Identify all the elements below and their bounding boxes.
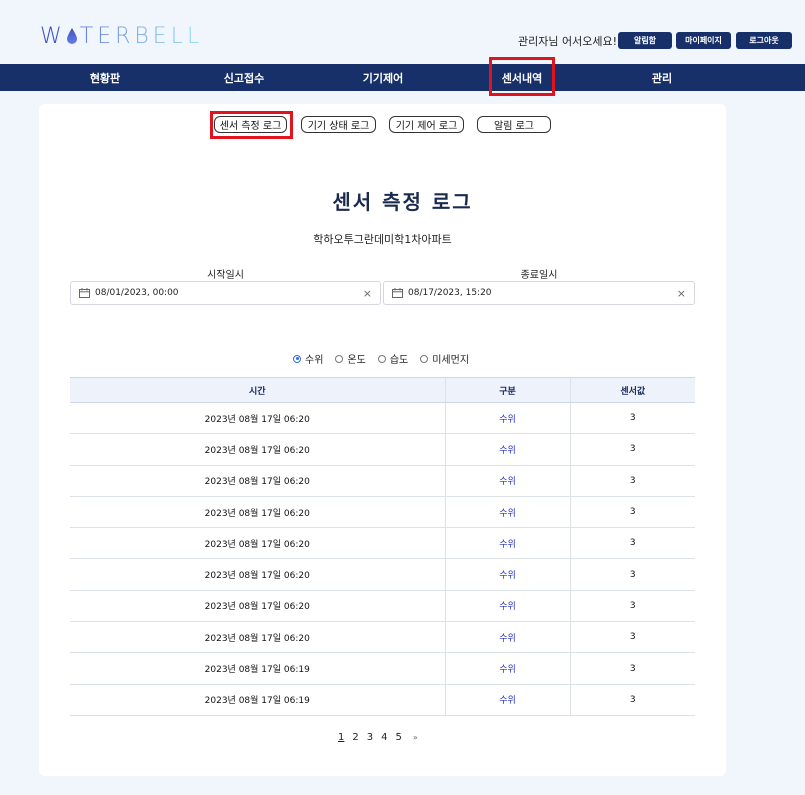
table-header-row: 시간 구분 센서값 xyxy=(70,377,695,403)
cell-category: 수위 xyxy=(444,527,570,560)
radio-temperature[interactable]: 온도 xyxy=(335,351,366,366)
cell-category: 수위 xyxy=(444,684,570,716)
table-row: 2023년 08월 17일 06:20 수위 3 xyxy=(70,496,695,529)
page-link-current[interactable]: 1 xyxy=(338,732,344,743)
column-header-category: 구분 xyxy=(444,377,570,403)
end-date-value: 08/17/2023, 15:20 xyxy=(408,288,492,298)
radio-fine-dust[interactable]: 미세먼지 xyxy=(420,351,469,366)
page-link[interactable]: 4 xyxy=(381,732,387,743)
cell-value: 3 xyxy=(569,465,695,497)
cell-category: 수위 xyxy=(444,402,570,435)
cell-time: 2023년 08월 17일 06:20 xyxy=(70,433,445,466)
radio-water-level[interactable]: 수위 xyxy=(293,351,323,366)
cell-time: 2023년 08월 17일 06:20 xyxy=(70,465,445,497)
tab-alert-log[interactable]: 알림 로그 xyxy=(477,116,551,133)
start-date-label: 시작일시 xyxy=(207,270,244,281)
logo-suffix: TERBELL xyxy=(79,24,204,49)
cell-value: 3 xyxy=(569,621,695,654)
page-subtitle: 학하오투그란데미학1차아파트 xyxy=(313,233,452,246)
pagination: 1 2 3 4 5 » xyxy=(338,732,426,743)
clear-end-date-icon[interactable]: × xyxy=(677,287,686,300)
tab-sensor-log[interactable]: 센서 측정 로그 xyxy=(214,116,287,133)
cell-category: 수위 xyxy=(444,590,570,623)
logout-button[interactable]: 로그아웃 xyxy=(736,32,792,49)
cell-time: 2023년 08월 17일 06:20 xyxy=(70,527,445,560)
water-drop-icon xyxy=(66,27,77,44)
cell-value: 3 xyxy=(569,590,695,623)
page-link[interactable]: 2 xyxy=(352,732,358,743)
cell-time: 2023년 08월 17일 06:20 xyxy=(70,621,445,654)
sensor-type-radio-group: 수위 온도 습도 미세먼지 xyxy=(293,351,481,366)
cell-value: 3 xyxy=(569,402,695,435)
mypage-button[interactable]: 마이페이지 xyxy=(676,32,731,49)
table-row: 2023년 08월 17일 06:20 수위 3 xyxy=(70,527,695,560)
tab-device-status-log[interactable]: 기기 상태 로그 xyxy=(301,116,376,133)
radio-unselected-icon[interactable] xyxy=(377,354,386,363)
table-row: 2023년 08월 17일 06:20 수위 3 xyxy=(70,465,695,497)
cell-time: 2023년 08월 17일 06:20 xyxy=(70,402,445,435)
table-row: 2023년 08월 17일 06:19 수위 3 xyxy=(70,684,695,716)
page-title: 센서 측정 로그 xyxy=(332,190,473,214)
table-row: 2023년 08월 17일 06:20 수위 3 xyxy=(70,402,695,435)
cell-value: 3 xyxy=(569,433,695,466)
notification-button[interactable]: 알림함 xyxy=(618,32,672,49)
cell-value: 3 xyxy=(569,496,695,529)
tab-device-control-log[interactable]: 기기 제어 로그 xyxy=(389,116,464,133)
calendar-icon xyxy=(79,288,90,298)
sensor-log-table: 시간 구분 센서값 2023년 08월 17일 06:20 수위 3 2023년 08… xyxy=(70,377,695,716)
cell-time: 2023년 08월 17일 06:19 xyxy=(70,652,445,685)
nav-item-device-control[interactable]: 기기제어 xyxy=(333,64,433,91)
radio-unselected-icon[interactable] xyxy=(420,354,429,363)
cell-category: 수위 xyxy=(444,465,570,497)
start-date-value: 08/01/2023, 00:00 xyxy=(95,288,179,298)
page-link[interactable]: 3 xyxy=(367,732,373,743)
main-nav: 현황판 신고접수 기기제어 센서내역 관리 xyxy=(0,64,805,91)
nav-item-admin[interactable]: 관리 xyxy=(612,64,712,91)
end-date-label: 종료일시 xyxy=(520,270,558,281)
nav-item-dashboard[interactable]: 현황판 xyxy=(55,64,155,91)
table-row: 2023년 08월 17일 06:20 수위 3 xyxy=(70,590,695,623)
cell-time: 2023년 08월 17일 06:20 xyxy=(70,590,445,623)
column-header-time: 시간 xyxy=(70,377,445,403)
table-row: 2023년 08월 17일 06:20 수위 3 xyxy=(70,558,695,591)
greeting-text: 관리자님 어서오세요! xyxy=(518,35,617,48)
table-row: 2023년 08월 17일 06:19 수위 3 xyxy=(70,652,695,685)
next-page-icon[interactable]: » xyxy=(413,733,418,742)
logo[interactable]: W TERBELL xyxy=(40,24,203,49)
cell-category: 수위 xyxy=(444,496,570,529)
radio-unselected-icon[interactable] xyxy=(335,354,344,363)
radio-selected-icon[interactable] xyxy=(293,354,301,363)
cell-value: 3 xyxy=(569,652,695,685)
cell-category: 수위 xyxy=(444,621,570,654)
cell-time: 2023년 08월 17일 06:19 xyxy=(70,684,445,716)
table-row: 2023년 08월 17일 06:20 수위 3 xyxy=(70,433,695,466)
cell-value: 3 xyxy=(569,558,695,591)
cell-value: 3 xyxy=(569,684,695,716)
cell-category: 수위 xyxy=(444,652,570,685)
logo-prefix: W xyxy=(40,24,66,49)
cell-time: 2023년 08월 17일 06:20 xyxy=(70,496,445,529)
nav-item-sensor-history[interactable]: 센서내역 xyxy=(472,64,572,91)
start-date-field[interactable]: 08/01/2023, 00:00 × xyxy=(70,281,381,305)
nav-item-report[interactable]: 신고접수 xyxy=(194,64,294,91)
table-row: 2023년 08월 17일 06:20 수위 3 xyxy=(70,621,695,654)
radio-humidity[interactable]: 습도 xyxy=(377,351,408,366)
calendar-icon xyxy=(392,288,403,298)
column-header-value: 센서값 xyxy=(569,377,695,403)
table-body: 2023년 08월 17일 06:20 수위 3 2023년 08월 17일 06:2… xyxy=(70,402,695,716)
cell-category: 수위 xyxy=(444,433,570,466)
cell-time: 2023년 08월 17일 06:20 xyxy=(70,558,445,591)
clear-start-date-icon[interactable]: × xyxy=(363,287,372,300)
page-link[interactable]: 5 xyxy=(396,732,402,743)
cell-value: 3 xyxy=(569,527,695,560)
end-date-field[interactable]: 08/17/2023, 15:20 × xyxy=(383,281,695,305)
cell-category: 수위 xyxy=(444,558,570,591)
